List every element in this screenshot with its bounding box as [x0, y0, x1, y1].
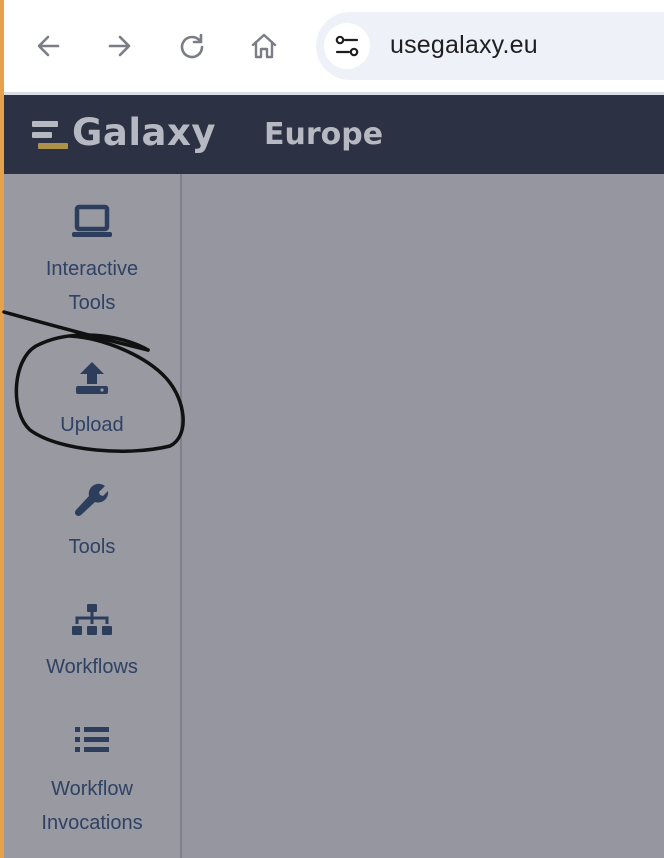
activity-label: Tools — [68, 292, 116, 314]
activity-workflow-invocations[interactable]: Workflow Invocations — [4, 724, 180, 840]
address-bar[interactable]: usegalaxy.eu — [316, 12, 664, 80]
sitemap-icon — [72, 604, 112, 635]
site-info-button[interactable] — [324, 23, 370, 69]
upload-icon — [76, 362, 108, 394]
center-panel — [182, 174, 664, 858]
activity-workflows[interactable]: Workflows — [4, 602, 180, 684]
activity-label: Workflow — [51, 778, 133, 800]
back-button[interactable] — [28, 26, 68, 66]
activity-upload[interactable]: Upload — [4, 360, 180, 442]
brand-name[interactable]: Galaxy — [72, 111, 216, 154]
list-icon — [75, 727, 109, 752]
reload-icon — [180, 33, 204, 59]
home-button[interactable] — [244, 26, 284, 66]
masthead: Galaxy Europe — [4, 95, 664, 174]
activity-label: Tools — [68, 536, 116, 558]
forward-button[interactable] — [100, 26, 140, 66]
galaxy-logo-icon[interactable] — [32, 121, 70, 151]
arrow-left-icon — [37, 35, 60, 57]
url-text[interactable]: usegalaxy.eu — [390, 31, 538, 60]
home-icon — [251, 33, 277, 59]
tune-icon — [335, 35, 359, 57]
activity-tools[interactable]: Tools — [4, 482, 180, 564]
activity-bar: Interactive Tools Upload Tools Workflows… — [4, 174, 182, 858]
wrench-icon — [74, 483, 109, 517]
activity-label: Upload — [60, 414, 124, 436]
activity-label: Interactive — [45, 258, 139, 280]
browser-window: usegalaxy.eu Galaxy Europe Interactive T… — [4, 0, 664, 858]
laptop-icon — [72, 204, 112, 237]
arrow-right-icon — [108, 35, 131, 57]
activity-label: Workflows — [46, 656, 138, 678]
activity-interactive-tools[interactable]: Interactive Tools — [4, 204, 180, 320]
browser-toolbar: usegalaxy.eu — [4, 0, 664, 92]
brand-subtitle: Europe — [264, 117, 384, 152]
reload-button[interactable] — [172, 26, 212, 66]
activity-label: Invocations — [41, 812, 143, 834]
